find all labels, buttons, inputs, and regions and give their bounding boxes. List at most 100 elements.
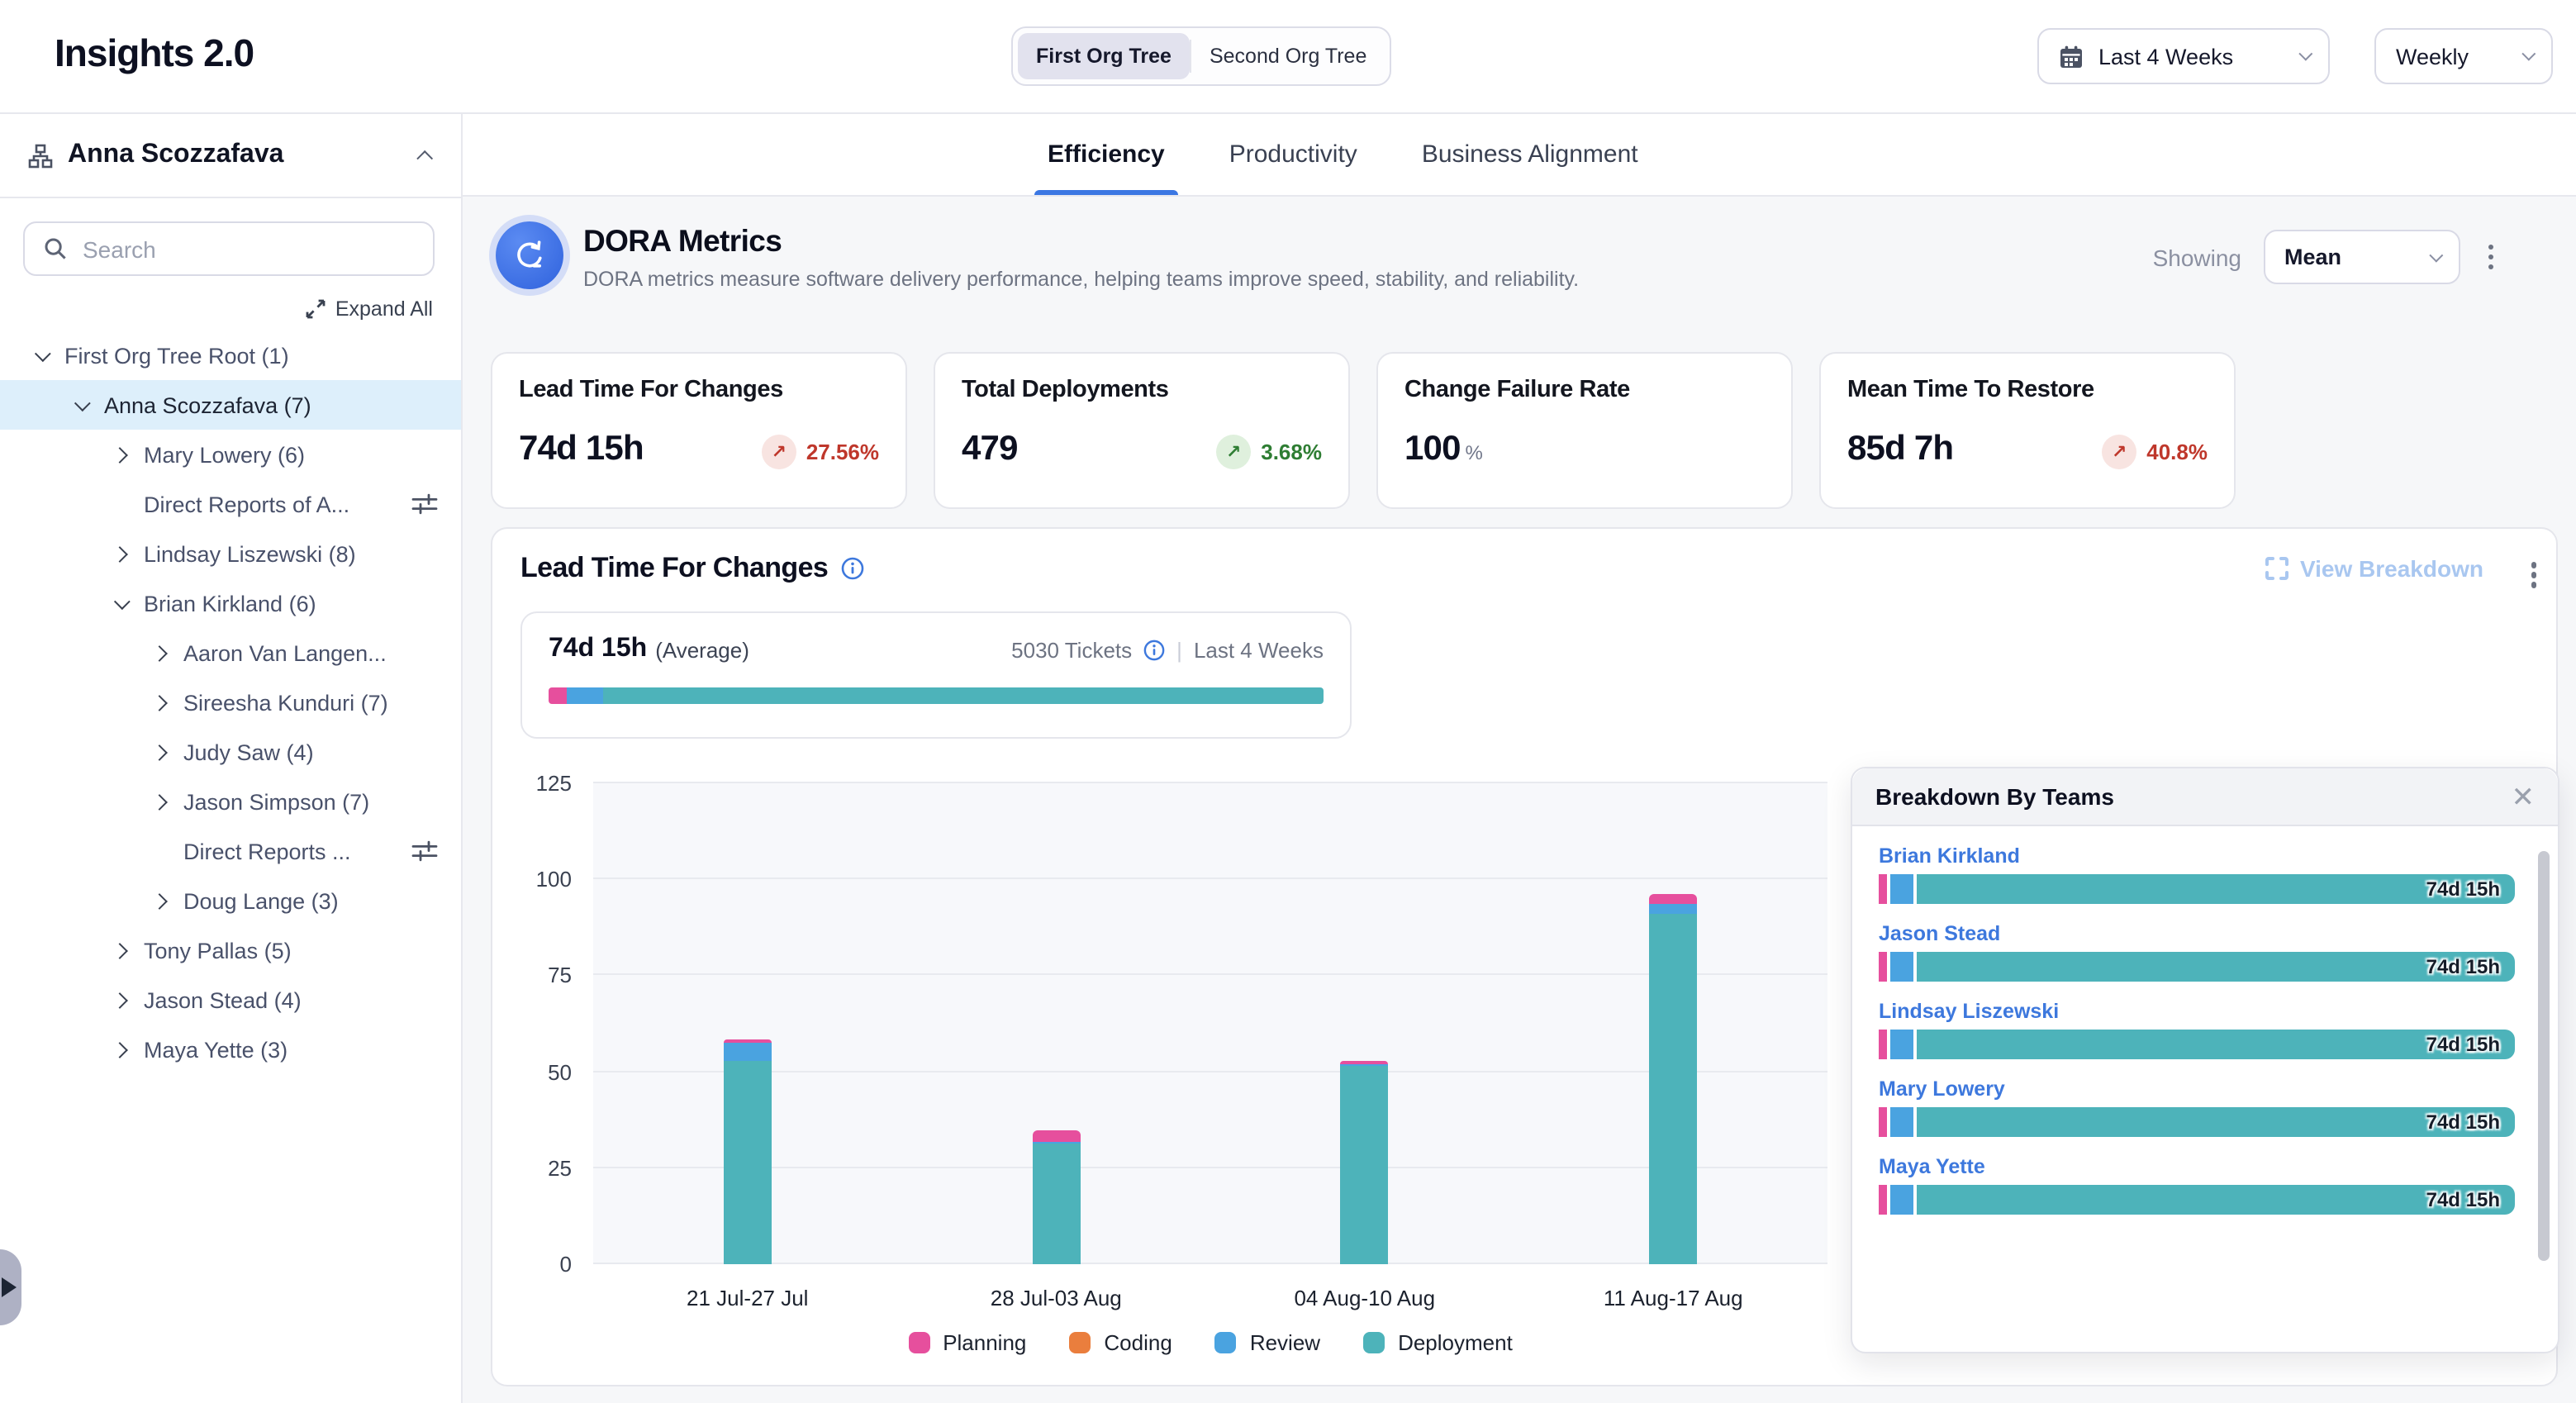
team-value: 74d 15h (2426, 1033, 2500, 1056)
legend-item-planning[interactable]: Planning (908, 1330, 1026, 1355)
chevron-right-icon[interactable] (150, 644, 167, 661)
team-value: 74d 15h (2426, 955, 2500, 978)
scrollbar-thumb[interactable] (2538, 851, 2550, 1261)
section-menu-button[interactable] (2524, 552, 2543, 597)
y-axis-tick: 0 (560, 1252, 572, 1277)
chevron-right-icon[interactable] (150, 892, 167, 909)
sidebar-item-brian-kirkland-6[interactable]: Brian Kirkland (6) (0, 578, 461, 628)
legend-swatch (908, 1332, 929, 1353)
panel-scrollbar[interactable] (2538, 844, 2550, 1332)
sidebar-collapse-handle[interactable] (0, 1249, 21, 1325)
sidebar-item-maya-yette-3[interactable]: Maya Yette (3) (0, 1025, 461, 1074)
expand-all-label: Expand All (335, 297, 433, 321)
bar-segment-review (724, 1042, 772, 1060)
chevron-right-icon[interactable] (111, 446, 127, 463)
chevron-right-icon[interactable] (150, 744, 167, 760)
sidebar-item-direct-reports-of-a[interactable]: Direct Reports of A... (0, 479, 461, 529)
sidebar-item-anna-scozzafava-7[interactable]: Anna Scozzafava (7) (0, 380, 461, 430)
sidebar-item-judy-saw-4[interactable]: Judy Saw (4) (0, 727, 461, 777)
team-row-brian-kirkland: Brian Kirkland74d 15h (1879, 844, 2515, 904)
chevron-right-icon[interactable] (111, 545, 127, 562)
chevron-right-icon[interactable] (111, 992, 127, 1008)
segment-planning (1879, 1107, 1887, 1137)
sidebar-item-sireesha-kunduri-7[interactable]: Sireesha Kunduri (7) (0, 678, 461, 727)
team-phase-bar: 74d 15h (1879, 1030, 2515, 1059)
aggregation-value: Mean (2284, 245, 2341, 269)
granularity-select[interactable]: Weekly (2374, 28, 2553, 84)
chevron-down-icon[interactable] (113, 592, 130, 609)
chevron-up-icon[interactable] (416, 150, 433, 166)
search-input[interactable] (83, 235, 415, 262)
summary-phase-bar (549, 687, 1324, 704)
metric-title: Lead Time For Changes (519, 377, 879, 403)
tab-business-alignment[interactable]: Business Alignment (1419, 114, 1642, 195)
insights-app: Insights 2.0 First Org TreeSecond Org Tr… (0, 0, 2576, 1403)
x-axis-label: 28 Jul-03 Aug (991, 1286, 1122, 1310)
chart-bar-1[interactable] (724, 1039, 772, 1264)
org-toggle-first-org-tree[interactable]: First Org Tree (1018, 33, 1190, 79)
sidebar-item-doug-lange-3[interactable]: Doug Lange (3) (0, 876, 461, 925)
expand-all-icon (306, 299, 326, 319)
date-range-select[interactable]: Last 4 Weeks (2037, 28, 2330, 84)
chevron-down-icon[interactable] (34, 345, 50, 361)
chart-bar-3[interactable] (1341, 1061, 1389, 1264)
segment-deployment: 74d 15h (1917, 1185, 2515, 1215)
filter-sliders-icon[interactable] (411, 839, 438, 863)
legend-item-deployment[interactable]: Deployment (1363, 1330, 1513, 1355)
sidebar-item-mary-lowery-6[interactable]: Mary Lowery (6) (0, 430, 461, 479)
top-bar: Insights 2.0 First Org TreeSecond Org Tr… (0, 0, 2576, 112)
tree-item-label: First Org Tree Root (1) (64, 343, 438, 368)
chart-legend: Planning Coding Review Deployment (593, 1330, 1827, 1355)
org-toggle-second-org-tree[interactable]: Second Org Tree (1191, 33, 1385, 79)
team-name-link[interactable]: Jason Stead (1879, 922, 2515, 945)
chevron-right-icon[interactable] (111, 942, 127, 958)
close-icon[interactable]: ✕ (2512, 782, 2536, 811)
view-breakdown-button[interactable]: View Breakdown (2265, 555, 2483, 582)
tab-efficiency[interactable]: Efficiency (1044, 114, 1168, 195)
sidebar-item-jason-simpson-7[interactable]: Jason Simpson (7) (0, 777, 461, 826)
aggregation-select[interactable]: Mean (2263, 230, 2460, 284)
sidebar-search[interactable] (23, 221, 435, 276)
sidebar-item-direct-reports[interactable]: Direct Reports ... (0, 826, 461, 876)
trend-up-icon: ↗ (2102, 435, 2136, 469)
segment-deployment: 74d 15h (1917, 1107, 2515, 1137)
filter-sliders-icon[interactable] (411, 492, 438, 516)
tree-item-label: Aaron Van Langen... (183, 640, 438, 665)
chart-bar-4[interactable] (1649, 894, 1697, 1264)
dora-menu-button[interactable] (2481, 235, 2500, 280)
team-row-mary-lowery: Mary Lowery 74d 15h (1879, 1077, 2515, 1137)
chevron-down-icon (2428, 248, 2442, 262)
legend-item-coding[interactable]: Coding (1069, 1330, 1172, 1355)
summary-segment-review (567, 687, 603, 704)
legend-item-review[interactable]: Review (1215, 1330, 1320, 1355)
team-name-link[interactable]: Mary Lowery (1879, 1077, 2515, 1101)
chevron-right-icon[interactable] (150, 793, 167, 810)
chevron-right-icon[interactable] (111, 1041, 127, 1058)
team-name-link[interactable]: Brian Kirkland (1879, 844, 2515, 868)
date-range-value: Last 4 Weeks (2098, 44, 2233, 69)
sidebar-item-lindsay-liszewski-8[interactable]: Lindsay Liszewski (8) (0, 529, 461, 578)
sidebar-item-jason-stead-4[interactable]: Jason Stead (4) (0, 975, 461, 1025)
trend-up-icon: ↗ (1216, 435, 1251, 469)
sidebar-user-header[interactable]: Anna Scozzafava (0, 114, 461, 198)
info-icon[interactable] (1143, 639, 1165, 660)
trend-badge: ↗40.8% (2102, 435, 2208, 469)
summary-segment-planning (549, 687, 567, 704)
team-name-link[interactable]: Maya Yette (1879, 1155, 2515, 1178)
segment-planning (1879, 874, 1887, 904)
tab-bar: Efficiency Productivity Business Alignment (463, 114, 2576, 197)
tickets-count: 5030 Tickets (1011, 637, 1132, 662)
sidebar-item-tony-pallas-5[interactable]: Tony Pallas (5) (0, 925, 461, 975)
triangle-right-icon (2, 1277, 17, 1297)
team-name-link[interactable]: Lindsay Liszewski (1879, 1000, 2515, 1023)
tab-productivity[interactable]: Productivity (1226, 114, 1361, 195)
info-icon[interactable] (841, 557, 864, 580)
chevron-down-icon[interactable] (74, 394, 90, 411)
sidebar-item-aaron-van-langen[interactable]: Aaron Van Langen... (0, 628, 461, 678)
sidebar-item-first-org-tree-root-1[interactable]: First Org Tree Root (1) (0, 331, 461, 380)
y-axis-tick: 100 (536, 867, 572, 892)
expand-all-button[interactable]: Expand All (0, 297, 433, 321)
tree-item-label: Jason Simpson (7) (183, 789, 438, 814)
chart-bar-2[interactable] (1032, 1130, 1080, 1264)
chevron-right-icon[interactable] (150, 694, 167, 711)
